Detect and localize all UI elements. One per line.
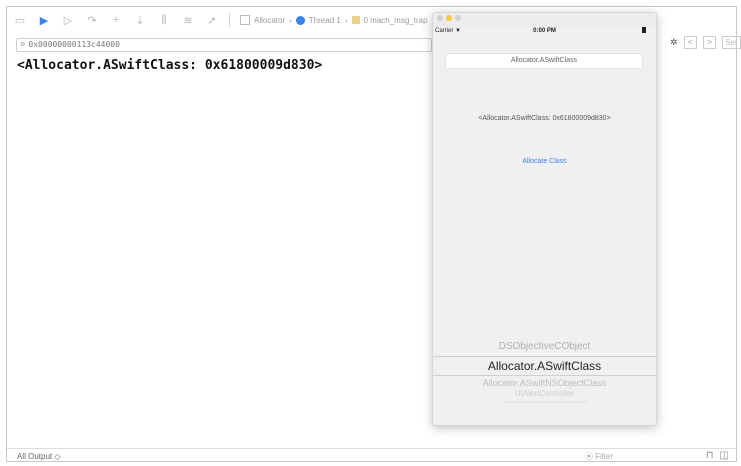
trash-icon[interactable]: ⊓: [706, 450, 714, 461]
minimize-icon[interactable]: [446, 15, 452, 21]
sidebar-icon[interactable]: ▭: [13, 13, 27, 27]
picker-row[interactable]: UIAlertController: [433, 389, 656, 398]
search-field[interactable]: Ser: [722, 36, 741, 49]
memory-icon[interactable]: ≋: [181, 13, 195, 27]
forward-button[interactable]: >: [702, 36, 717, 49]
picker-row[interactable]: DSObjectiveCObject: [433, 341, 656, 352]
close-icon[interactable]: [437, 15, 443, 21]
crumb-frame[interactable]: 0 mach_msg_trap: [364, 16, 428, 25]
app-icon: [240, 15, 250, 25]
debug-view-icon[interactable]: ⫼: [157, 13, 171, 27]
filter-field[interactable]: ⦿ Filter: [585, 451, 613, 462]
step-in-icon[interactable]: +: [109, 13, 123, 27]
simulator-window: Carrier ▼ 0:00 PM Allocator.ASwiftClass …: [432, 12, 657, 426]
chevron-right-icon: ›: [344, 15, 348, 25]
location-icon[interactable]: ➚: [205, 13, 219, 27]
allocate-class-button[interactable]: Allocate Class: [433, 158, 656, 165]
console-output: <Allocator.ASwiftClass: 0x61800009d830>: [17, 58, 323, 73]
picker-row[interactable]: UIAlertControllerVisualStyleAlertActionV…: [433, 399, 656, 404]
breakpoint-icon[interactable]: ▶: [37, 13, 51, 27]
status-bar: Carrier ▼ 0:00 PM: [433, 27, 656, 39]
console-bottom-bar: All Output ◇ ⦿ Filter ⊓ ◫: [7, 448, 737, 463]
step-over-icon[interactable]: ↷: [85, 13, 99, 27]
frame-icon: [351, 16, 360, 24]
continue-icon[interactable]: ▷: [61, 13, 75, 27]
right-controls: ✲ < > Ser: [670, 36, 741, 49]
picker-row-selected[interactable]: Allocator.ASwiftClass: [433, 356, 656, 376]
class-name-field[interactable]: Allocator.ASwiftClass: [445, 53, 643, 69]
back-button[interactable]: <: [683, 36, 697, 49]
output-filter-select[interactable]: All Output ◇: [17, 452, 61, 461]
chevron-right-icon: ›: [289, 15, 292, 25]
toolbar-divider: [229, 13, 230, 27]
crumb-thread[interactable]: Thread 1: [309, 16, 341, 25]
breadcrumb: Allocator › Thread 1 › 0 mach_msg_trap: [240, 15, 428, 25]
address-field[interactable]: ⌕ 0x00000000113c44000: [16, 38, 432, 52]
battery-icon: [642, 27, 646, 33]
picker-row[interactable]: Allocator.ASwiftNSObjectClass: [433, 378, 656, 388]
layout-controls: ⊓ ◫: [706, 450, 729, 461]
split-view-icon[interactable]: ◫: [720, 450, 729, 461]
address-value: 0x00000000113c44000: [28, 40, 120, 49]
step-out-icon[interactable]: ⇣: [133, 13, 147, 27]
clock-label: 0:00 PM: [533, 28, 556, 34]
description-label: <Allocator.ASwiftClass: 0x61800009d830>: [478, 115, 611, 122]
gear-icon[interactable]: ✲: [670, 37, 678, 48]
zoom-icon[interactable]: [455, 15, 461, 21]
debug-toolbar: ▭ ▶ ▷ ↷ + ⇣ ⫼ ≋ ➚ Allocator › Thread 1 ›…: [7, 8, 447, 32]
simulator-titlebar: [433, 13, 656, 27]
thread-icon: [295, 15, 305, 25]
crumb-app[interactable]: Allocator: [254, 16, 285, 25]
filter-icon: ⦿: [585, 452, 596, 461]
class-picker[interactable]: DSObjectiveCObject Allocator.ASwiftClass…: [433, 341, 656, 404]
search-icon: ⌕: [20, 40, 26, 50]
filter-label: Filter: [595, 452, 614, 461]
